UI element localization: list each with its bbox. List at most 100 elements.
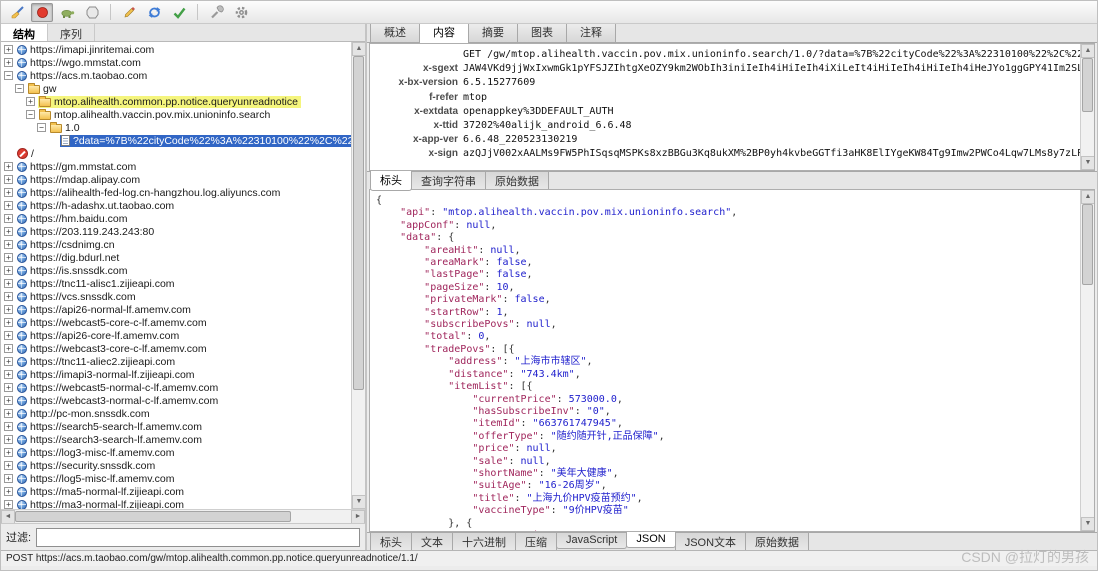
scroll-track[interactable] <box>1081 58 1094 156</box>
tab-摘要[interactable]: 摘要 <box>468 24 518 42</box>
expand-toggle[interactable]: + <box>4 292 13 301</box>
tree-item[interactable]: + https://dig.bdurl.net <box>1 251 351 264</box>
tree-item[interactable]: + https://search3-search-lf.amemv.com <box>1 433 351 446</box>
tree-item[interactable]: + https://webcast3-normal-c-lf.amemv.com <box>1 394 351 407</box>
tab-注释[interactable]: 注释 <box>566 24 616 42</box>
tab-压缩[interactable]: 压缩 <box>515 533 557 550</box>
expand-toggle[interactable]: + <box>4 383 13 392</box>
expand-toggle[interactable]: + <box>4 357 13 366</box>
expand-toggle[interactable]: + <box>4 279 13 288</box>
tree-item[interactable]: − mtop.alihealth.vaccin.pov.mix.unioninfo… <box>1 108 351 121</box>
expand-toggle[interactable]: + <box>4 500 13 509</box>
collapse-toggle[interactable]: − <box>15 84 24 93</box>
tree-item[interactable]: + https://ma5-normal-lf.zijieapi.com <box>1 485 351 498</box>
expand-toggle[interactable]: + <box>4 58 13 67</box>
tree-item[interactable]: + https://webcast5-core-c-lf.amemv.com <box>1 316 351 329</box>
tab-JSON[interactable]: JSON <box>626 532 676 548</box>
expand-toggle[interactable]: + <box>4 227 13 236</box>
filter-input[interactable] <box>36 527 360 547</box>
tree-item[interactable]: + https://log5-misc-lf.amemv.com <box>1 472 351 485</box>
compose-button[interactable] <box>118 3 140 22</box>
scroll-left-arrow[interactable]: ◄ <box>1 510 15 524</box>
tree-item[interactable]: + https://gm.mmstat.com <box>1 160 351 173</box>
expand-toggle[interactable]: + <box>4 422 13 431</box>
scroll-track[interactable] <box>352 56 365 495</box>
tree-item[interactable]: + https://ma3-normal-lf.zijieapi.com <box>1 498 351 509</box>
expand-toggle[interactable]: + <box>4 461 13 470</box>
tree-item[interactable]: + https://imapi.jinritemai.com <box>1 43 351 56</box>
scroll-track[interactable] <box>1081 204 1094 517</box>
tree-item[interactable]: + https://tnc11-alisc1.zijieapi.com <box>1 277 351 290</box>
left-tab-序列[interactable]: 序列 <box>48 24 95 41</box>
tab-标头[interactable]: 标头 <box>370 171 412 191</box>
throttle-button[interactable] <box>56 3 78 22</box>
tree-item[interactable]: − gw <box>1 82 351 95</box>
tree-item[interactable]: + https://search5-search-lf.amemv.com <box>1 420 351 433</box>
tab-内容[interactable]: 内容 <box>419 24 469 43</box>
tab-标头[interactable]: 标头 <box>370 533 412 550</box>
expand-toggle[interactable]: + <box>4 370 13 379</box>
tree-item[interactable]: + https://tnc11-aliec2.zijieapi.com <box>1 355 351 368</box>
tree-item[interactable]: + https://security.snssdk.com <box>1 459 351 472</box>
scroll-thumb[interactable] <box>15 511 291 522</box>
expand-toggle[interactable]: + <box>4 240 13 249</box>
expand-toggle[interactable]: + <box>4 253 13 262</box>
tab-JSON文本[interactable]: JSON文本 <box>674 533 747 550</box>
validate-button[interactable] <box>168 3 190 22</box>
scroll-right-arrow[interactable]: ► <box>351 510 365 524</box>
expand-toggle[interactable]: + <box>4 318 13 327</box>
scroll-down-arrow[interactable]: ▼ <box>1081 517 1094 531</box>
scroll-down-arrow[interactable]: ▼ <box>1081 156 1094 170</box>
expand-toggle[interactable]: + <box>4 188 13 197</box>
tree-item[interactable]: + https://203.119.243.243:80 <box>1 225 351 238</box>
expand-toggle[interactable]: + <box>4 266 13 275</box>
expand-toggle[interactable]: + <box>4 344 13 353</box>
tree-horizontal-scrollbar[interactable]: ◄ ► <box>1 509 365 524</box>
collapse-toggle[interactable]: − <box>26 110 35 119</box>
tree-item[interactable]: + https://api26-core-lf.amemv.com <box>1 329 351 342</box>
tab-原始数据[interactable]: 原始数据 <box>745 533 810 550</box>
expand-toggle[interactable]: + <box>4 487 13 496</box>
tree-item[interactable]: + https://alihealth-fed-log.cn-hangzhou.l… <box>1 186 351 199</box>
tree-item[interactable]: + https://is.snssdk.com <box>1 264 351 277</box>
scroll-thumb[interactable] <box>1082 58 1093 112</box>
scroll-thumb[interactable] <box>1082 204 1093 286</box>
tree-item[interactable]: + https://hm.baidu.com <box>1 212 351 225</box>
tree-item[interactable]: + https://vcs.snssdk.com <box>1 290 351 303</box>
scroll-track[interactable] <box>15 510 351 523</box>
tab-十六进制[interactable]: 十六进制 <box>452 533 516 550</box>
expand-toggle[interactable]: + <box>26 97 35 106</box>
tab-概述[interactable]: 概述 <box>370 24 420 42</box>
tree-item[interactable]: + https://mdap.alipay.com <box>1 173 351 186</box>
scroll-thumb[interactable] <box>353 56 364 390</box>
tab-文本[interactable]: 文本 <box>411 533 453 550</box>
expand-toggle[interactable]: + <box>4 162 13 171</box>
collapse-toggle[interactable]: − <box>37 123 46 132</box>
scroll-up-arrow[interactable]: ▲ <box>1081 44 1094 58</box>
tab-图表[interactable]: 图表 <box>517 24 567 42</box>
tree-item[interactable]: + mtop.alihealth.common.pp.notice.queryun… <box>1 95 351 108</box>
expand-toggle[interactable]: + <box>4 396 13 405</box>
tree-item[interactable]: − 1.0 <box>1 121 351 134</box>
expand-toggle[interactable]: + <box>4 45 13 54</box>
breakpoints-button[interactable] <box>81 3 103 22</box>
expand-toggle[interactable]: + <box>4 435 13 444</box>
tab-JavaScript[interactable]: JavaScript <box>556 533 628 549</box>
expand-toggle[interactable]: + <box>4 214 13 223</box>
response-scrollbar[interactable]: ▲ ▼ <box>1080 190 1094 531</box>
clear-session-button[interactable] <box>6 3 28 22</box>
tree-item[interactable]: + https://h-adashx.ut.taobao.com <box>1 199 351 212</box>
tree-item[interactable]: + http://pc-mon.snssdk.com <box>1 407 351 420</box>
tree-item[interactable]: + https://webcast3-core-c-lf.amemv.com <box>1 342 351 355</box>
expand-toggle[interactable]: + <box>4 175 13 184</box>
record-button[interactable] <box>31 2 53 22</box>
tree-item[interactable]: − https://acs.m.taobao.com <box>1 69 351 82</box>
scroll-up-arrow[interactable]: ▲ <box>1081 190 1094 204</box>
expand-toggle[interactable]: + <box>4 409 13 418</box>
tree-item[interactable]: + https://csdnimg.cn <box>1 238 351 251</box>
tree-item[interactable]: + https://wgo.mmstat.com <box>1 56 351 69</box>
scroll-up-arrow[interactable]: ▲ <box>352 42 365 56</box>
request-scrollbar[interactable]: ▲ ▼ <box>1080 44 1094 170</box>
tools-button[interactable] <box>205 3 227 22</box>
tree-item[interactable]: / <box>1 147 351 160</box>
